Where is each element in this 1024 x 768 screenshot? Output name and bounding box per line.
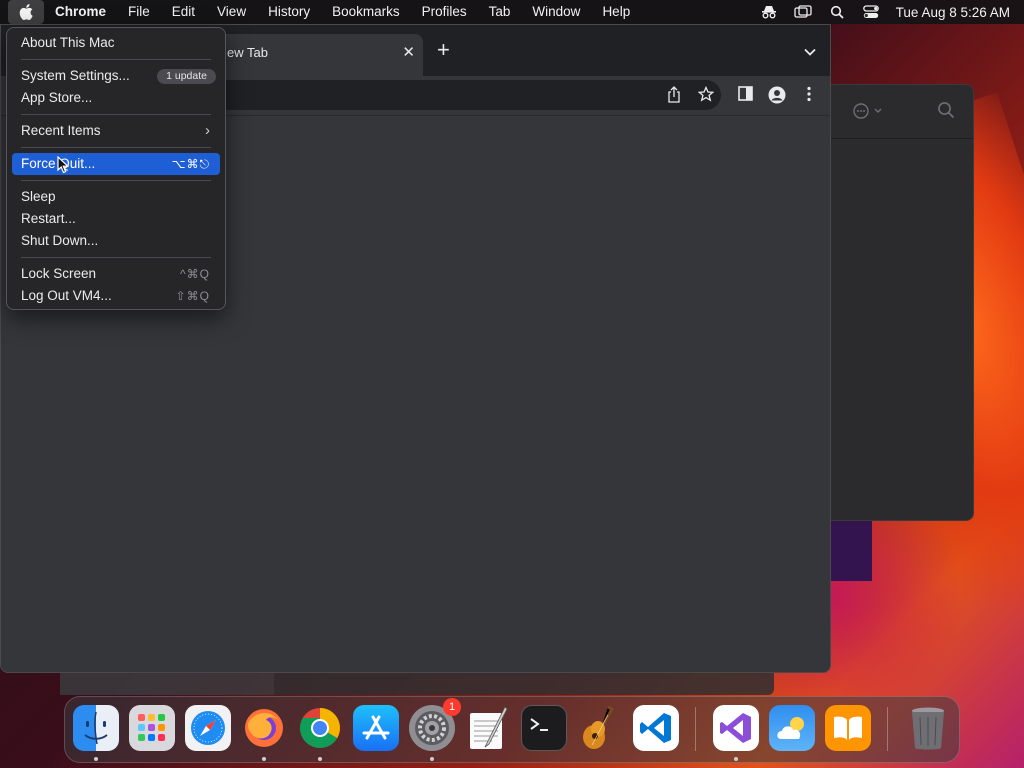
- menu-separator: [21, 180, 211, 181]
- running-indicator: [94, 757, 98, 761]
- mouse-cursor-icon: [57, 155, 70, 179]
- menu-item-label: Recent Items: [21, 123, 101, 138]
- menu-window[interactable]: Window: [521, 0, 591, 24]
- menu-item-label: Shut Down...: [21, 233, 99, 248]
- new-tab-button[interactable]: +: [437, 39, 450, 61]
- dock-books-icon[interactable]: [825, 705, 871, 751]
- dock-trash-icon[interactable]: [905, 705, 951, 751]
- menu-item-shut-down[interactable]: Shut Down...: [12, 230, 220, 252]
- dock-launchpad-icon[interactable]: [129, 705, 175, 751]
- menu-separator: [21, 114, 211, 115]
- menu-item-sleep[interactable]: Sleep: [12, 186, 220, 208]
- menu-view[interactable]: View: [206, 0, 257, 24]
- menu-shortcut: ⇧⌘Q: [175, 289, 210, 303]
- menu-item-recent-items[interactable]: Recent Items ›: [12, 120, 220, 142]
- menu-item-system-settings[interactable]: System Settings... 1 update: [12, 65, 220, 87]
- menu-item-app-store[interactable]: App Store...: [12, 87, 220, 109]
- dock-system-settings-icon[interactable]: 1: [409, 698, 461, 751]
- dock-separator: [695, 707, 696, 751]
- background-window-bottom: [60, 673, 774, 695]
- menu-item-label: App Store...: [21, 90, 93, 105]
- running-indicator: [430, 757, 434, 761]
- dock-finder-icon[interactable]: [73, 705, 119, 751]
- tab-search-chevron-icon[interactable]: [804, 43, 816, 61]
- menu-bar: Chrome File Edit View History Bookmarks …: [0, 0, 1024, 24]
- menu-shortcut: ⌥⌘⎋: [171, 157, 210, 171]
- menu-file[interactable]: File: [117, 0, 161, 24]
- chrome-menu-icon[interactable]: [807, 86, 811, 107]
- running-indicator: [734, 757, 738, 761]
- dock-terminal-icon[interactable]: [521, 705, 567, 751]
- menu-bookmarks[interactable]: Bookmarks: [321, 0, 411, 24]
- tab-close-icon[interactable]: ✕: [402, 43, 415, 61]
- search-icon[interactable]: [937, 101, 955, 124]
- menu-separator: [21, 59, 211, 60]
- profile-avatar-icon[interactable]: [768, 86, 786, 109]
- menu-item-label: Log Out VM4...: [21, 288, 112, 303]
- menu-tab[interactable]: Tab: [478, 0, 522, 24]
- running-indicator: [318, 757, 322, 761]
- menu-item-label: Restart...: [21, 211, 76, 226]
- tab-title: ew Tab: [227, 45, 268, 60]
- menu-item-force-quit[interactable]: Force Quit... ⌥⌘⎋: [12, 153, 220, 175]
- more-options-icon[interactable]: [853, 103, 887, 122]
- menu-shortcut: ^⌘Q: [180, 267, 210, 281]
- menu-item-label: Sleep: [21, 189, 56, 204]
- control-center-icon[interactable]: [854, 0, 888, 24]
- dock: 1: [64, 696, 960, 763]
- dock-chrome-icon[interactable]: [297, 705, 343, 751]
- menu-item-about-this-mac[interactable]: About This Mac: [12, 32, 220, 54]
- update-badge: 1 update: [157, 69, 216, 84]
- menu-item-log-out[interactable]: Log Out VM4... ⇧⌘Q: [12, 285, 220, 307]
- menu-item-lock-screen[interactable]: Lock Screen ^⌘Q: [12, 263, 220, 285]
- dock-safari-icon[interactable]: [185, 705, 231, 751]
- menu-item-label: About This Mac: [21, 35, 115, 50]
- menu-clock[interactable]: Tue Aug 8 5:26 AM: [888, 5, 1010, 20]
- tab-new-tab[interactable]: ew Tab ✕: [217, 34, 423, 76]
- notification-badge: 1: [443, 698, 461, 716]
- dock-weather-icon[interactable]: [769, 705, 815, 751]
- menu-item-restart[interactable]: Restart...: [12, 208, 220, 230]
- address-bar[interactable]: [201, 80, 721, 110]
- running-indicator: [262, 757, 266, 761]
- menu-profiles[interactable]: Profiles: [411, 0, 478, 24]
- menu-history[interactable]: History: [257, 0, 321, 24]
- incognito-icon[interactable]: [752, 0, 786, 24]
- apple-menu-icon[interactable]: [8, 0, 44, 24]
- share-icon[interactable]: [667, 86, 681, 108]
- dock-visual-studio-icon[interactable]: [713, 705, 759, 751]
- dock-firefox-icon[interactable]: [241, 705, 287, 751]
- dock-textedit-icon[interactable]: [465, 705, 511, 751]
- menu-item-label: Lock Screen: [21, 266, 97, 281]
- spotlight-search-icon[interactable]: [820, 0, 854, 24]
- menu-app-name[interactable]: Chrome: [44, 0, 117, 24]
- submenu-chevron-icon: ›: [205, 122, 210, 139]
- dock-garageband-icon[interactable]: [577, 705, 623, 751]
- side-panel-icon[interactable]: [738, 86, 753, 106]
- dock-separator: [887, 707, 888, 751]
- dock-app-store-icon[interactable]: [353, 705, 399, 751]
- menu-help[interactable]: Help: [591, 0, 641, 24]
- bookmark-star-icon[interactable]: [697, 85, 715, 107]
- apple-menu-dropdown: About This Mac System Settings... 1 updat…: [6, 27, 226, 310]
- menu-edit[interactable]: Edit: [161, 0, 206, 24]
- dock-visual-studio-code-icon[interactable]: [633, 705, 679, 751]
- menu-item-label: System Settings...: [21, 68, 130, 83]
- screen-mirroring-icon[interactable]: [786, 0, 820, 24]
- menu-separator: [21, 257, 211, 258]
- menu-separator: [21, 147, 211, 148]
